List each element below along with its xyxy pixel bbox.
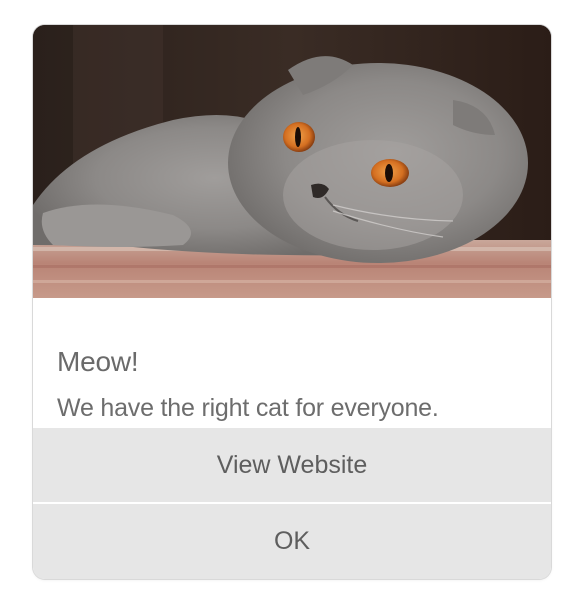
- view-website-button[interactable]: View Website: [33, 428, 551, 503]
- ok-button[interactable]: OK: [33, 504, 551, 579]
- dialog-message: We have the right cat for everyone.: [57, 394, 439, 422]
- dialog-content: Meow! We have the right cat for everyone…: [33, 298, 551, 428]
- cat-photo: [33, 25, 551, 298]
- alert-dialog: Meow! We have the right cat for everyone…: [33, 25, 551, 579]
- dialog-title: Meow!: [57, 346, 139, 377]
